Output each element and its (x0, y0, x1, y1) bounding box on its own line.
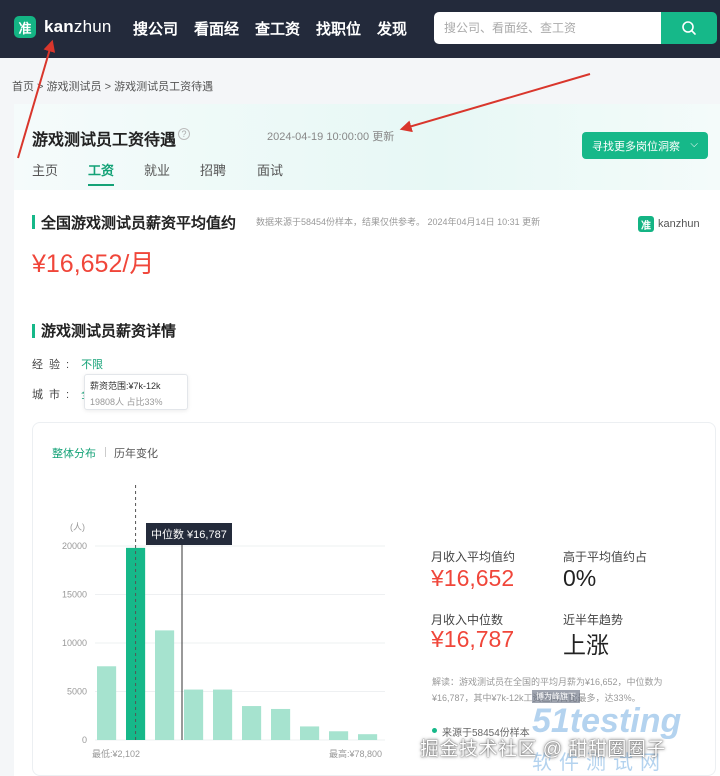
avg-monthly-value: ¥16,652 (431, 565, 515, 591)
avg-monthly-label: 月收入平均值约 (431, 550, 516, 564)
source-dot (432, 728, 437, 733)
above-avg-label: 高于平均值约占 (563, 550, 648, 564)
juejin-watermark: 掘金技术社区 @ 甜甜圈圈子 (420, 739, 666, 760)
trend-value: 上涨 (563, 632, 609, 658)
overlay-tag: 博为峰旗下 (532, 690, 580, 703)
histogram-bar (329, 731, 349, 740)
histogram-bar (184, 689, 204, 740)
histogram-bar (358, 734, 378, 740)
histogram-bar (300, 726, 320, 740)
y-axis-label: (人) (70, 522, 85, 532)
median-label: 中位数 ¥16,787 (146, 523, 232, 545)
histogram-bar (271, 708, 291, 740)
tooltip-share: 19808人 占比33% (90, 397, 163, 407)
tooltip-range: 薪资范围:¥7k-12k (90, 381, 161, 391)
bar-tooltip: 薪资范围:¥7k-12k 19808人 占比33% (84, 374, 188, 410)
min-salary-label: 最低:¥2,102 (92, 748, 140, 759)
median-monthly-value: ¥16,787 (431, 626, 515, 652)
y-tick-label: 15000 (62, 590, 87, 600)
histogram-bar (97, 666, 117, 740)
y-tick-label: 0 (82, 735, 87, 745)
max-salary-label: 最高:¥78,800 (329, 748, 382, 759)
histogram-bar (242, 706, 262, 740)
y-tick-label: 10000 (62, 638, 87, 648)
histogram-bar (155, 630, 175, 740)
y-tick-label: 20000 (62, 541, 87, 551)
histogram-bar (213, 689, 233, 740)
y-tick-label: 5000 (67, 687, 87, 697)
above-avg-value: 0% (563, 565, 597, 591)
